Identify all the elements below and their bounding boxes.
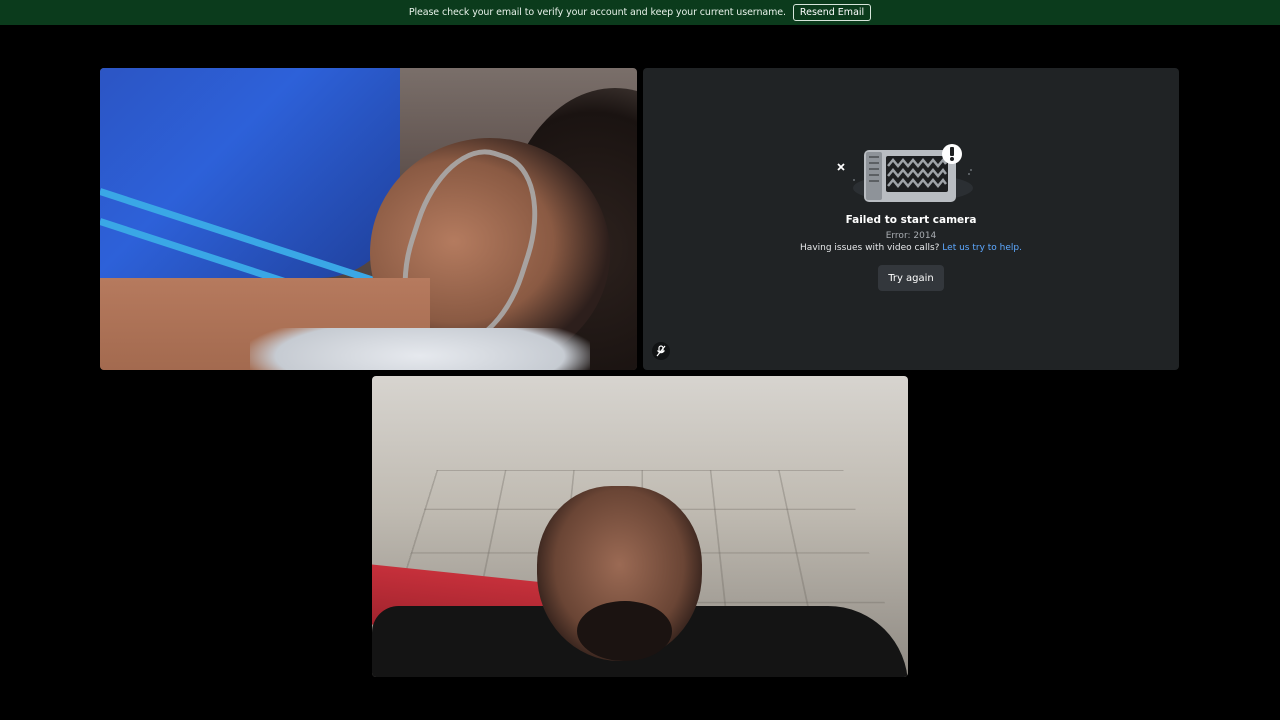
try-again-button[interactable]: Try again xyxy=(878,265,944,291)
participant-video-feed xyxy=(372,376,908,677)
resend-email-button[interactable]: Resend Email xyxy=(792,4,872,21)
video-tile-participant-2[interactable] xyxy=(372,376,908,677)
video-tile-self[interactable]: Failed to start camera Error: 2014 Havin… xyxy=(643,68,1179,370)
participant-video-feed xyxy=(100,68,637,370)
mic-muted-icon-glyph xyxy=(656,345,666,357)
video-tile-participant-1[interactable] xyxy=(100,68,637,370)
camera-error-panel: Failed to start camera Error: 2014 Havin… xyxy=(643,68,1179,370)
camera-error-title: Failed to start camera xyxy=(845,214,977,226)
help-link[interactable]: Let us try to help. xyxy=(942,243,1022,253)
broken-camera-icon xyxy=(837,144,973,202)
verification-banner: Please check your email to verify your a… xyxy=(0,0,1280,25)
help-prefix: Having issues with video calls? xyxy=(800,243,940,253)
camera-help-text: Having issues with video calls? Let us t… xyxy=(643,243,1179,253)
mic-muted-icon xyxy=(652,342,670,360)
verification-message: Please check your email to verify your a… xyxy=(408,7,786,18)
camera-error-code: Error: 2014 xyxy=(885,231,937,241)
